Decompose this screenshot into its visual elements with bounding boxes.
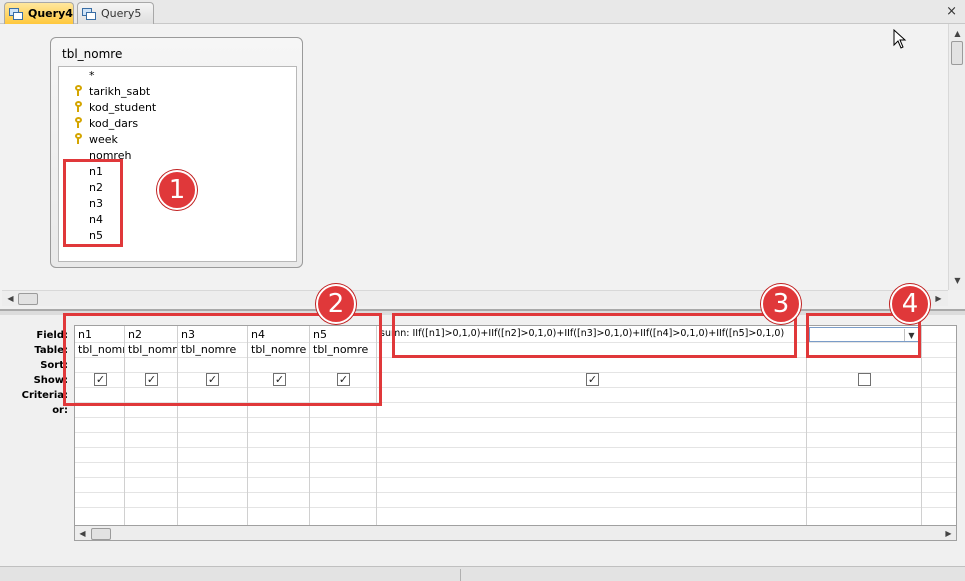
close-icon[interactable]: × [946,4,957,19]
annotation-box-2 [63,313,382,406]
tab-label: Query4 [28,7,73,20]
annotation-badge-4: 4 [890,284,930,324]
scroll-thumb[interactable] [91,528,111,540]
grid-horizontal-scrollbar[interactable]: ◀ ▶ [74,525,957,541]
field-item-kod-dars[interactable]: kod_dars [89,117,138,130]
annotation-box-3 [392,313,797,358]
status-divider [460,569,461,581]
show-checkbox-unchecked[interactable] [858,373,871,386]
status-bar [0,566,965,581]
scroll-left-icon[interactable]: ◀ [3,291,18,306]
row-label-sort: Sort: [40,360,68,371]
row-label-field: Field: [36,330,68,341]
tab-label: Query5 [101,7,142,20]
row-label-criteria: Criteria: [21,390,68,401]
scroll-right-icon[interactable]: ▶ [941,526,956,541]
upper-vertical-scrollbar[interactable]: ▲ ▼ [948,24,965,290]
field-item-tarikh-sabt[interactable]: tarikh_sabt [89,85,150,98]
primary-key-icon [75,117,83,128]
row-label-table: Table: [34,345,68,356]
tab-query5[interactable]: Query5 [77,2,154,24]
row-label-show: Show: [33,375,68,386]
primary-key-icon [75,85,83,96]
document-tab-bar: Query4 Query5 × [0,0,965,24]
annotation-box-1 [63,159,123,247]
annotation-badge-3: 3 [761,284,801,324]
query-design-upper-pane: tbl_nomre * tarikh_sabt kod_student kod_… [0,24,965,290]
scroll-down-icon[interactable]: ▼ [950,273,965,288]
field-item-week[interactable]: week [89,133,118,146]
query-icon [82,7,96,20]
scroll-thumb[interactable] [951,41,963,65]
table-title: tbl_nomre [62,47,123,61]
query-icon [9,7,23,20]
scroll-thumb[interactable] [18,293,38,305]
upper-horizontal-scrollbar[interactable]: ◀ ▶ [2,290,948,306]
row-label-or: or: [52,405,68,416]
field-item-kod-student[interactable]: kod_student [89,101,156,114]
field-item-all[interactable]: * [89,69,95,82]
primary-key-icon [75,133,83,144]
annotation-badge-2: 2 [316,284,356,324]
tab-query4[interactable]: Query4 [4,2,74,24]
scroll-right-icon[interactable]: ▶ [931,291,946,306]
show-checkbox[interactable]: ✓ [586,373,599,386]
scroll-left-icon[interactable]: ◀ [75,526,90,541]
mouse-cursor-icon [893,29,907,49]
annotation-badge-1: 1 [157,170,197,210]
scroll-up-icon[interactable]: ▲ [950,26,965,41]
primary-key-icon [75,101,83,112]
